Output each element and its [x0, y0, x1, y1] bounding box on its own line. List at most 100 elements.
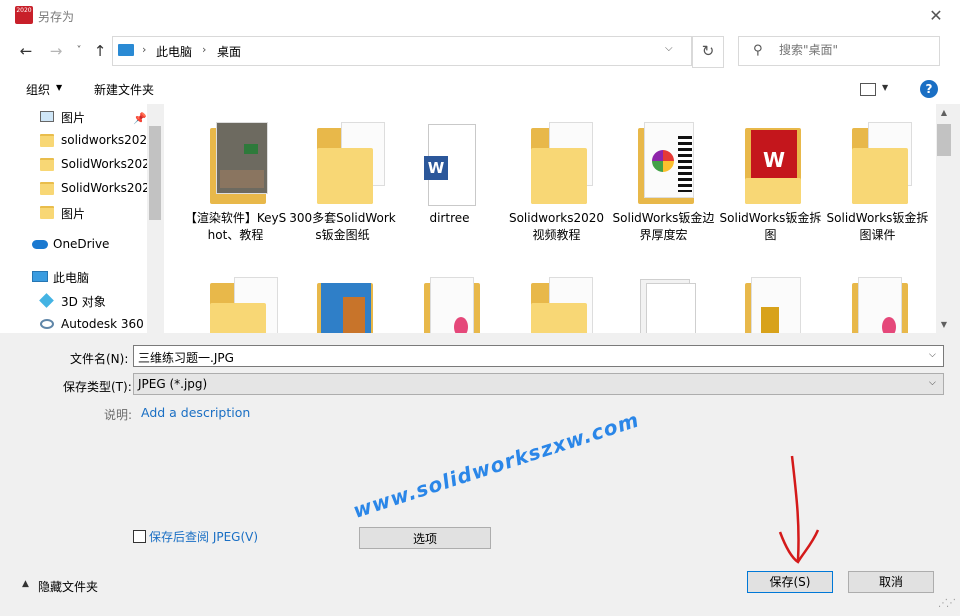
folder-icon — [848, 277, 912, 333]
forward-button[interactable]: → — [46, 41, 66, 61]
folder-icon — [206, 277, 278, 333]
back-button[interactable]: ← — [16, 41, 36, 61]
file-name: 300多套SolidWorks钣金图纸 — [289, 211, 396, 242]
window-title: 另存为 — [38, 10, 75, 24]
hide-folders-button[interactable]: 隐藏文件夹 — [38, 578, 98, 595]
computer-icon — [118, 44, 134, 56]
close-icon: ✕ — [929, 6, 943, 25]
sidebar-item-folder[interactable]: SolidWorks2020 — [0, 153, 157, 177]
view-after-save-checkbox[interactable] — [133, 530, 146, 543]
folder-icon: W — [741, 122, 805, 206]
filename-field[interactable] — [133, 345, 944, 367]
breadcrumb-desktop[interactable]: 桌面 — [217, 43, 241, 60]
file-name: SolidWorks钣金拆图 — [719, 211, 822, 242]
watermark: www.solidworkszxw.com — [350, 407, 643, 523]
file-list: 【渲染软件】KeyShot、教程 300多套SolidWorks钣金图纸 W d… — [164, 104, 936, 333]
sidebar-item-label: 图片 — [61, 207, 86, 221]
description-label: 说明: — [104, 408, 133, 422]
folder-icon — [206, 122, 270, 206]
help-button[interactable]: ? — [920, 80, 938, 98]
sidebar-item-folder[interactable]: solidworks2020 — [0, 129, 155, 153]
navigation-pane: 图片 solidworks2020 SolidWorks2020 SolidWo… — [0, 104, 163, 333]
sidebar-item-pictures[interactable]: 图片 — [0, 201, 147, 225]
file-name: Solidworks2020视频教程 — [508, 211, 605, 242]
folder-icon — [848, 122, 912, 206]
title-bar — [0, 0, 960, 32]
sidebar-item-label: 3D 对象 — [61, 295, 106, 309]
file-name: SolidWorks钣金拆图课件 — [826, 211, 929, 242]
picture-icon — [40, 111, 54, 122]
filetype-value[interactable]: JPEG (*.jpg) — [138, 377, 207, 391]
word-document-icon: W — [420, 122, 484, 206]
autodesk-icon — [40, 319, 54, 329]
folder-icon — [420, 277, 484, 333]
folder-icon — [527, 122, 593, 206]
sidebar-item-label: SolidWorks2020 — [61, 157, 158, 171]
folder-icon — [313, 277, 377, 333]
cloud-icon — [32, 240, 48, 249]
annotation-arrow — [778, 455, 820, 564]
folder-icon — [741, 277, 805, 333]
address-bar[interactable]: › 此电脑 › 桌面 ⌵ — [112, 36, 692, 66]
sidebar-item-onedrive[interactable]: OneDrive — [0, 233, 147, 257]
caret-down-icon[interactable]: ▼ — [882, 83, 888, 92]
search-box[interactable]: ⚲ — [738, 36, 940, 66]
breadcrumb-separator[interactable]: › — [202, 43, 206, 56]
chevron-up-icon[interactable]: ▲ — [22, 579, 29, 589]
scroll-up-icon[interactable]: ▲ — [936, 108, 952, 117]
filename-value[interactable]: 三维练习题一.JPG — [138, 349, 234, 366]
add-description-link[interactable]: Add a description — [141, 405, 250, 420]
sidebar-scroll-thumb[interactable] — [149, 126, 161, 220]
filename-label: 文件名(N): — [70, 352, 129, 366]
folder-icon — [313, 122, 385, 206]
app-icon: 2020 — [15, 6, 33, 24]
sidebar-item-label: 此电脑 — [53, 271, 90, 285]
sidebar-item-autodesk-360[interactable]: Autodesk 360 — [0, 313, 147, 333]
computer-icon — [32, 271, 48, 282]
folder-icon — [40, 206, 54, 219]
options-button[interactable]: 选项 — [359, 527, 491, 549]
folder-icon — [40, 134, 54, 147]
folder-icon — [527, 277, 593, 333]
breadcrumb-separator: › — [142, 43, 147, 56]
chevron-down-icon[interactable]: ⌵ — [665, 43, 673, 54]
resize-grip-icon[interactable]: ⋰⋰ — [938, 598, 956, 609]
organize-button[interactable]: 组织 — [26, 81, 50, 98]
recent-locations-button[interactable]: ˅ — [72, 41, 86, 61]
up-button[interactable]: ↑ — [90, 41, 110, 61]
cancel-button[interactable]: 取消 — [848, 571, 934, 593]
sidebar-item-3d-objects[interactable]: 3D 对象 — [0, 289, 147, 313]
sidebar-item-label: SolidWorks2020 — [61, 181, 158, 195]
save-button[interactable]: 保存(S) — [747, 571, 833, 593]
chevron-down-icon[interactable]: ⌵ — [929, 378, 936, 388]
sidebar-item-label: Autodesk 360 — [61, 317, 144, 331]
search-input[interactable] — [779, 43, 929, 57]
file-name: dirtree — [429, 211, 470, 225]
search-icon: ⚲ — [753, 43, 763, 58]
close-button[interactable]: ✕ — [920, 4, 952, 28]
sidebar-item-label: 图片 — [61, 111, 86, 125]
refresh-button[interactable]: ↻ — [692, 36, 724, 68]
new-folder-button[interactable]: 新建文件夹 — [94, 81, 154, 98]
sidebar-item-this-pc[interactable]: 此电脑 — [0, 265, 147, 289]
folder-icon — [40, 158, 54, 171]
cube-icon — [39, 293, 54, 308]
pin-icon: 📌 — [133, 112, 147, 125]
folder-icon — [40, 182, 54, 195]
sidebar-item-label: OneDrive — [53, 237, 110, 251]
file-name: SolidWorks钣金边界厚度宏 — [612, 211, 715, 242]
view-options-icon[interactable] — [860, 83, 876, 96]
sidebar-item-folder[interactable]: SolidWorks2020 — [0, 177, 157, 201]
view-after-save-label[interactable]: 保存后查阅 JPEG(V) — [149, 528, 258, 545]
scroll-down-icon[interactable]: ▼ — [936, 320, 952, 329]
sidebar-item-label: solidworks2020 — [61, 133, 155, 147]
filetype-label: 保存类型(T): — [63, 380, 132, 394]
chevron-down-icon[interactable]: ⌵ — [929, 350, 936, 360]
breadcrumb-this-pc[interactable]: 此电脑 — [156, 43, 192, 60]
caret-down-icon[interactable]: ▼ — [56, 83, 62, 92]
filetype-select[interactable] — [133, 373, 944, 395]
file-list-scroll-thumb[interactable] — [937, 124, 951, 156]
file-name: 【渲染软件】KeyShot、教程 — [184, 211, 287, 242]
sidebar-item-pictures-pinned[interactable]: 图片 — [0, 105, 147, 129]
document-icon — [634, 277, 698, 333]
